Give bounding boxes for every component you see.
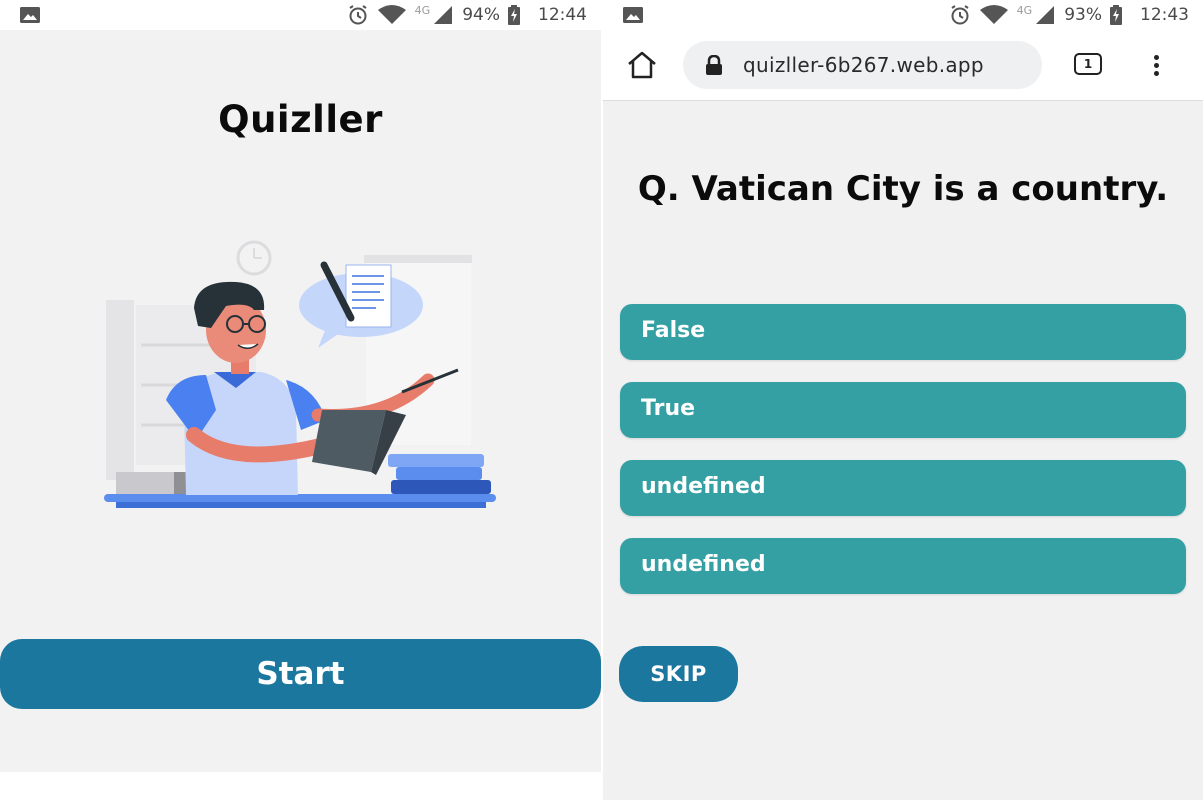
start-button[interactable]: Start xyxy=(0,639,601,709)
battery-charging-icon xyxy=(1110,5,1122,25)
right-screen: 4G 93% 12:43 quizller-6b267.web.app 1 Q.… xyxy=(603,0,1203,800)
answer-options: False True undefined undefined xyxy=(620,304,1186,616)
clock: 12:43 xyxy=(1140,5,1189,25)
teacher-illustration xyxy=(104,240,496,508)
option-button-4[interactable]: undefined xyxy=(620,538,1186,594)
lock-icon xyxy=(706,55,722,75)
skip-button[interactable]: SKIP xyxy=(619,646,738,702)
option-button-2[interactable]: True xyxy=(620,382,1186,438)
status-bar: 4G 93% 12:43 xyxy=(603,0,1203,30)
network-type: 4G xyxy=(414,3,431,17)
gallery-icon xyxy=(623,7,643,23)
network-type: 4G xyxy=(1016,3,1033,17)
tabs-icon[interactable]: 1 xyxy=(1074,53,1102,75)
left-screen: 4G 94% 12:44 Quizller Start xyxy=(0,0,601,800)
wifi-icon xyxy=(979,5,1008,24)
option-button-3[interactable]: undefined xyxy=(620,460,1186,516)
battery-percent: 94% xyxy=(462,5,500,25)
home-icon[interactable] xyxy=(625,50,659,80)
clock: 12:44 xyxy=(538,5,587,25)
status-bar: 4G 94% 12:44 xyxy=(0,0,601,30)
question-text: Q. Vatican City is a country. xyxy=(637,169,1169,209)
url-text: quizller-6b267.web.app xyxy=(743,53,984,77)
option-button-1[interactable]: False xyxy=(620,304,1186,360)
app-title: Quizller xyxy=(218,98,383,141)
browser-toolbar: quizller-6b267.web.app 1 xyxy=(603,30,1203,101)
cell-signal-icon xyxy=(434,6,453,24)
cell-signal-icon xyxy=(1036,6,1055,24)
bottom-strip xyxy=(0,772,601,800)
gallery-icon xyxy=(20,7,40,23)
wifi-icon xyxy=(377,5,406,24)
alarm-icon xyxy=(951,5,969,25)
battery-charging-icon xyxy=(508,5,520,25)
address-bar[interactable]: quizller-6b267.web.app xyxy=(683,41,1042,89)
alarm-icon xyxy=(349,5,367,25)
battery-percent: 93% xyxy=(1064,5,1102,25)
more-vert-icon[interactable] xyxy=(1143,52,1169,80)
